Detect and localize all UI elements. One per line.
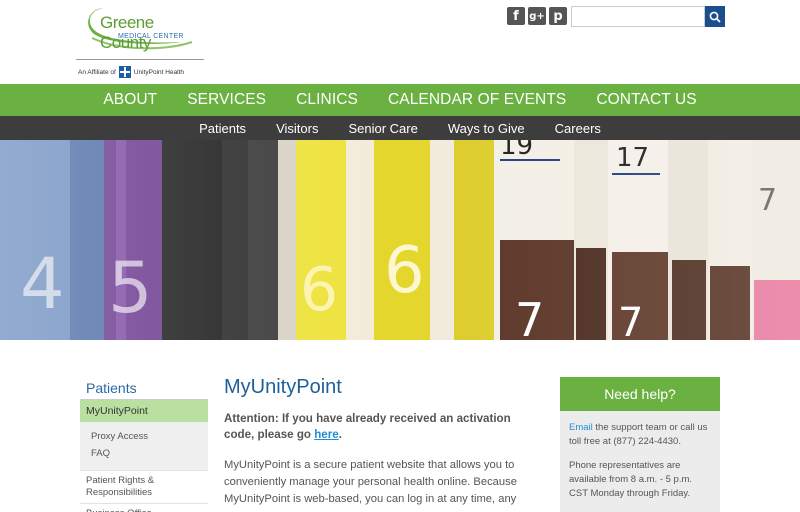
sidebar-item-business-office[interactable]: Business Office — [80, 503, 208, 512]
file-folders-image: 4 5 6 6 19 17 7 7 7 — [0, 140, 800, 340]
affiliate-prefix: An Affiliate of — [78, 68, 116, 76]
pinterest-icon[interactable]: p — [549, 7, 567, 25]
attention-notice: Attention: If you have already received … — [224, 411, 544, 443]
help-title: Need help? — [560, 377, 720, 411]
secondary-nav: Patients Visitors Senior Care Ways to Gi… — [0, 116, 800, 140]
nav-about[interactable]: ABOUT — [103, 91, 157, 109]
nav-contact-us[interactable]: CONTACT US — [596, 91, 696, 109]
sidebar-subitem-faq[interactable]: FAQ — [80, 445, 208, 462]
sidebar-subitem-proxy-access[interactable]: Proxy Access — [80, 428, 208, 445]
sidebar-item-patient-rights[interactable]: Patient Rights & Responsibilities — [80, 470, 208, 503]
email-link[interactable]: Email — [569, 422, 593, 433]
logo-divider — [76, 59, 204, 60]
nav-clinics[interactable]: CLINICS — [296, 91, 358, 109]
primary-nav: ABOUT SERVICES CLINICS CALENDAR OF EVENT… — [0, 84, 800, 116]
affiliate-name: UnityPoint Health — [133, 68, 185, 76]
site-logo[interactable]: Greene County MEDICAL CENTER An Affiliat… — [76, 4, 204, 80]
help-body: Email the support team or call us toll f… — [560, 411, 720, 501]
sidebar-subgroup: Proxy Access FAQ — [80, 422, 208, 470]
search-button[interactable] — [705, 6, 725, 27]
nav-calendar-of-events[interactable]: CALENDAR OF EVENTS — [388, 91, 566, 109]
site-header: Greene County MEDICAL CENTER An Affiliat… — [0, 0, 800, 84]
intro-paragraph: MyUnityPoint is a secure patient website… — [224, 459, 517, 505]
subnav-senior-care[interactable]: Senior Care — [348, 121, 417, 136]
sidebar-nav: Patients MyUnityPoint Proxy Access FAQ P… — [80, 376, 208, 512]
page-title: MyUnityPoint — [224, 376, 342, 398]
main-content: MyUnityPoint Attention: If you have alre… — [224, 376, 544, 508]
nav-services[interactable]: SERVICES — [187, 91, 266, 109]
search-input[interactable] — [571, 6, 705, 27]
attention-text: Attention: If you have already received … — [224, 412, 511, 441]
help-line-2: Phone representatives are available from… — [569, 460, 693, 499]
sidebar-title[interactable]: Patients — [80, 376, 208, 400]
subnav-careers[interactable]: Careers — [555, 121, 601, 136]
search-icon — [709, 11, 721, 23]
sidebar-item-myunitypoint[interactable]: MyUnityPoint — [80, 400, 208, 422]
help-contact-text: Email the support team or call us toll f… — [569, 421, 711, 449]
unitypoint-logo-icon — [118, 66, 131, 78]
affiliate-line: An Affiliate of UnityPoint Health — [78, 66, 184, 78]
social-links: f g+ p — [507, 7, 567, 25]
google-plus-icon[interactable]: g+ — [528, 7, 546, 25]
subnav-ways-to-give[interactable]: Ways to Give — [448, 121, 525, 136]
help-box: Need help? Email the support team or cal… — [560, 377, 720, 512]
hero-banner-image: 4 5 6 6 19 17 7 7 7 — [0, 140, 800, 340]
facebook-icon[interactable]: f — [507, 7, 525, 25]
subnav-visitors[interactable]: Visitors — [276, 121, 318, 136]
attention-end: . — [338, 428, 342, 441]
activation-here-link[interactable]: here — [314, 428, 339, 441]
logo-subtitle: MEDICAL CENTER — [118, 33, 184, 40]
subnav-patients[interactable]: Patients — [199, 121, 246, 136]
